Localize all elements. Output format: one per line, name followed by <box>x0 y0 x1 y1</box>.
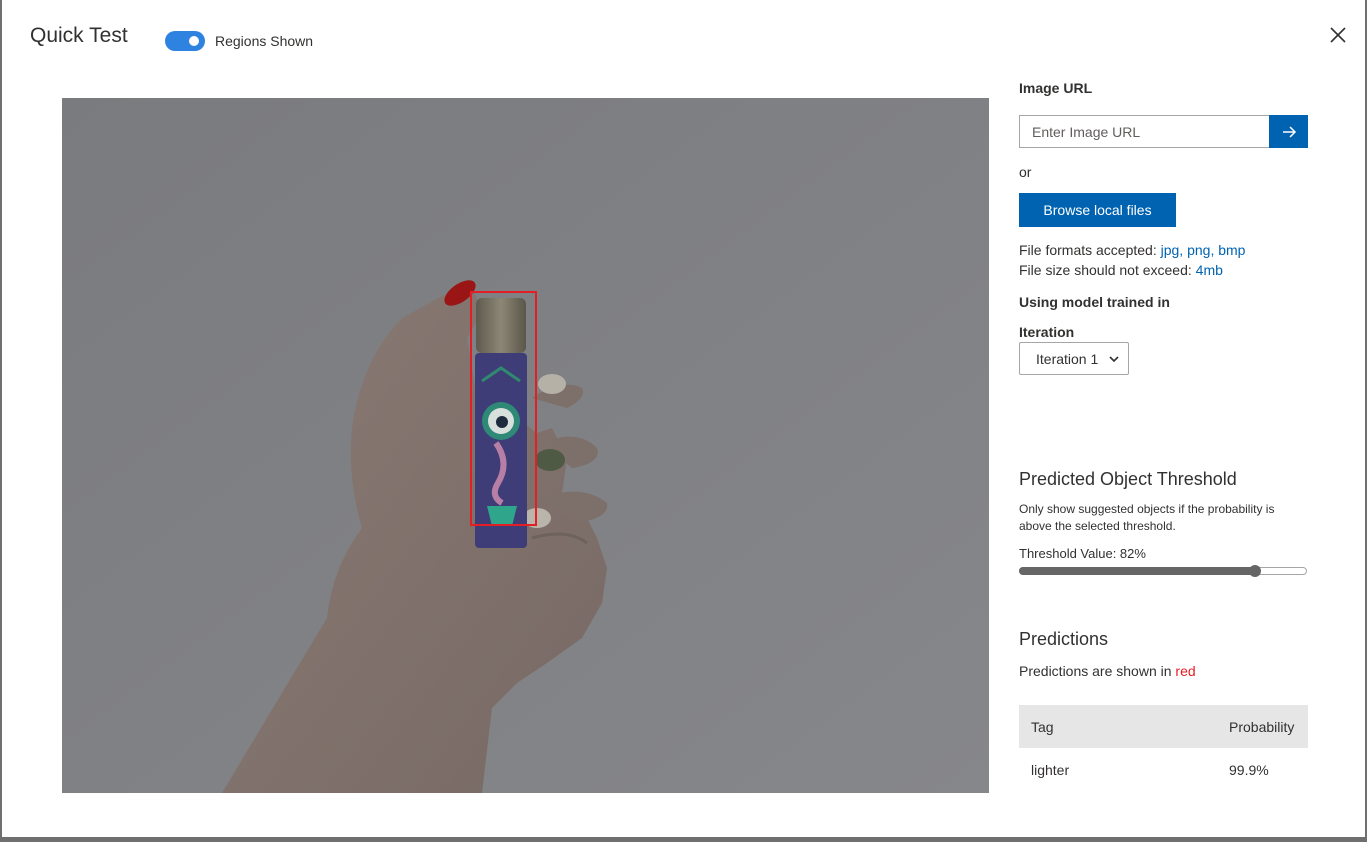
file-size-line: File size should not exceed: 4mb <box>1019 262 1223 278</box>
page-title: Quick Test <box>30 24 128 47</box>
image-url-input[interactable] <box>1019 115 1269 148</box>
browse-local-files-button[interactable]: Browse local files <box>1019 193 1176 227</box>
threshold-description: Only show suggested objects if the proba… <box>1019 502 1275 533</box>
regions-shown-label: Regions Shown <box>215 33 314 49</box>
regions-shown-toggle[interactable] <box>165 31 205 51</box>
iteration-label: Iteration <box>1019 324 1075 340</box>
predictions-table-header: Tag Probability <box>1019 705 1308 748</box>
predictions-note-prefix: Predictions are shown in <box>1019 663 1176 679</box>
test-image-preview <box>62 98 989 793</box>
chevron-down-icon <box>1109 356 1119 363</box>
file-formats-value: jpg, png, bmp <box>1160 242 1246 258</box>
prediction-probability: 99.9% <box>1229 762 1269 778</box>
prediction-tag: lighter <box>1031 762 1070 778</box>
threshold-value-label: Threshold Value: 82% <box>1019 546 1146 561</box>
predictions-note: Predictions are shown in red <box>1019 663 1196 679</box>
iteration-select[interactable]: Iteration 1 <box>1019 342 1129 375</box>
column-header-probability: Probability <box>1229 718 1295 735</box>
file-size-value: 4mb <box>1195 262 1223 278</box>
threshold-title: Predicted Object Threshold <box>1019 469 1237 489</box>
iteration-selected-value: Iteration 1 <box>1036 350 1099 367</box>
model-heading: Using model trained in <box>1019 294 1170 310</box>
quick-test-panel: Quick Test Regions Shown Image URL Enter… <box>2 0 1365 837</box>
prediction-bounding-box <box>470 291 537 526</box>
column-header-tag: Tag <box>1031 718 1054 735</box>
predictions-note-color: red <box>1175 663 1196 679</box>
file-formats-line: File formats accepted: jpg, png, bmp <box>1019 242 1245 258</box>
threshold-slider-thumb[interactable] <box>1249 565 1261 577</box>
or-text: or <box>1019 164 1032 180</box>
file-formats-prefix: File formats accepted: <box>1019 242 1161 258</box>
close-icon <box>1330 27 1346 43</box>
threshold-slider-fill <box>1019 567 1255 575</box>
file-size-prefix: File size should not exceed: <box>1019 262 1196 278</box>
close-button[interactable] <box>1327 24 1349 46</box>
predictions-table: Tag Probability lighter 99.9% <box>1019 705 1308 792</box>
table-row: lighter 99.9% <box>1019 748 1308 792</box>
submit-url-button[interactable] <box>1269 115 1308 148</box>
image-url-label: Image URL <box>1019 80 1093 96</box>
arrow-right-icon <box>1282 125 1296 138</box>
predictions-title: Predictions <box>1019 629 1109 649</box>
toggle-knob <box>189 36 199 46</box>
